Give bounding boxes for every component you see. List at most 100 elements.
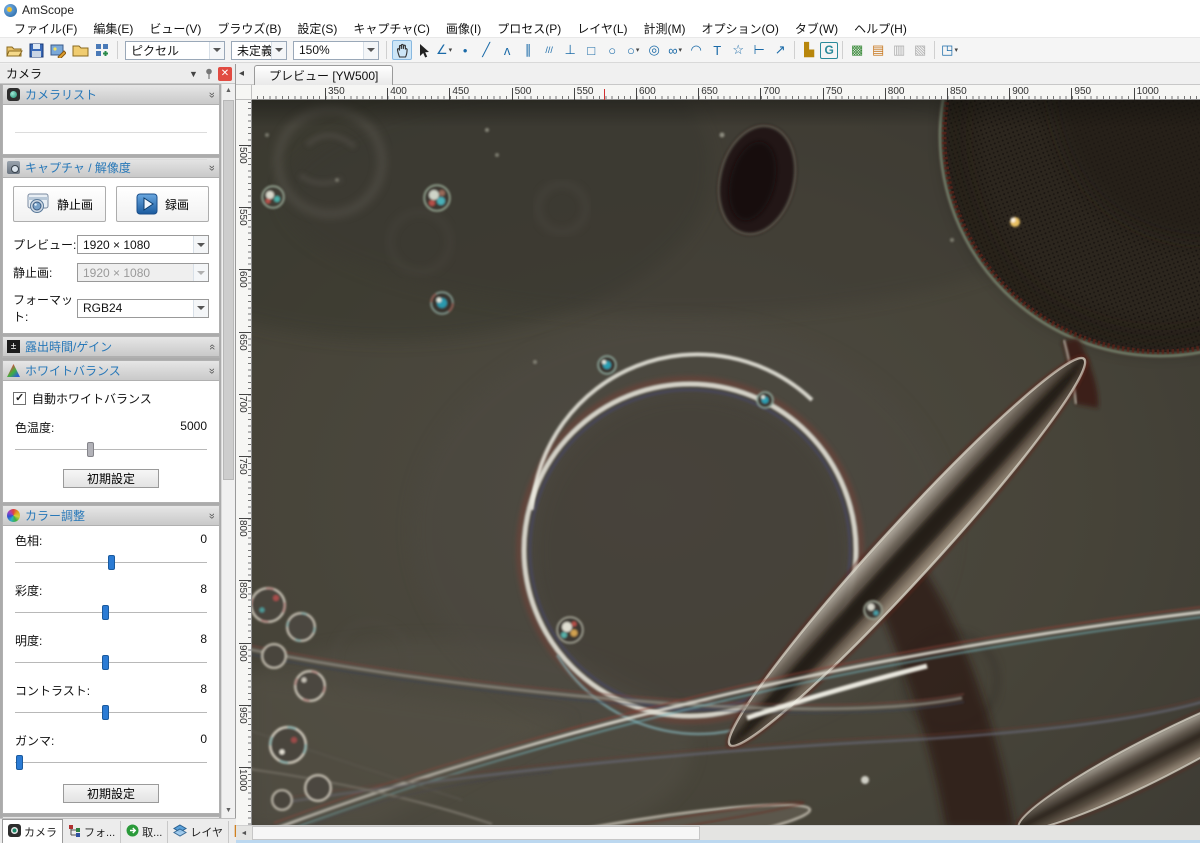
gamma-slider[interactable] — [15, 755, 207, 770]
scroll-up-icon[interactable]: ▲ — [222, 84, 235, 98]
parallel-lines-tool[interactable]: ∥ — [518, 40, 538, 60]
capture-header[interactable]: キャプチャ / 解像度 « — [3, 158, 219, 178]
menu-タブ[interactable]: タブ(W) — [787, 20, 846, 37]
menu-ビュー[interactable]: ビュー(V) — [141, 20, 209, 37]
dock-tab-camera[interactable]: カメラ — [2, 819, 63, 843]
pin-icon[interactable] — [201, 66, 216, 81]
perpendicular-tool[interactable]: ⊥ — [560, 40, 580, 60]
collapse-icon[interactable]: « — [206, 512, 218, 518]
close-icon[interactable]: ✕ — [218, 67, 232, 81]
paste-icon[interactable]: ▥ — [889, 40, 909, 60]
collapse-icon[interactable]: « — [206, 91, 218, 97]
menu-プロセス[interactable]: プロセス(P) — [489, 20, 569, 37]
line-tool[interactable]: ╱ — [476, 40, 496, 60]
preview-tab[interactable]: プレビュー [YW500] — [254, 65, 393, 85]
record-button[interactable]: 録画 — [116, 186, 209, 222]
text-tool[interactable]: T — [707, 40, 727, 60]
star-tool[interactable]: ☆ — [728, 40, 748, 60]
scroll-down-icon[interactable]: ▼ — [222, 804, 235, 818]
zoom-dropdown[interactable]: 150% — [293, 41, 379, 60]
menu-画像[interactable]: 画像(I) — [438, 20, 489, 37]
polyline-tool[interactable]: ʌ — [497, 40, 517, 60]
point-tool[interactable]: • — [455, 40, 475, 60]
capture-icon — [7, 161, 20, 174]
auto-wb-checkbox[interactable] — [13, 392, 26, 405]
menu-オプション[interactable]: オプション(O) — [694, 20, 787, 37]
scrollbar-thumb[interactable] — [223, 100, 234, 480]
menu-編集[interactable]: 編集(E) — [85, 20, 141, 37]
temp-slider[interactable] — [15, 442, 207, 457]
camera-list-header[interactable]: カメラリスト « — [3, 85, 219, 105]
format-dropdown[interactable]: RGB24 — [77, 299, 209, 318]
thumbnail-browse-icon[interactable] — [92, 40, 112, 60]
tab-scroll-left-icon[interactable]: ◂ — [239, 68, 244, 79]
annotation-icon[interactable]: ▧ — [910, 40, 930, 60]
saturation-slider[interactable] — [15, 605, 207, 620]
folder-icon[interactable] — [70, 40, 90, 60]
slider-thumb[interactable] — [108, 555, 115, 570]
scale-bar-tool[interactable]: ⊢ — [749, 40, 769, 60]
pointer-tool[interactable] — [413, 40, 433, 60]
arc-tool[interactable]: ◠ — [686, 40, 706, 60]
menu-ヘルプ[interactable]: ヘルプ(H) — [846, 20, 915, 37]
histogram-icon[interactable]: ▙ — [799, 40, 819, 60]
menu-キャプチャ[interactable]: キャプチャ(C) — [345, 20, 438, 37]
scroll-left-icon[interactable]: ◄ — [236, 826, 252, 841]
camera-list-row[interactable] — [15, 133, 207, 160]
slider-thumb[interactable] — [102, 605, 109, 620]
color-composite-icon[interactable]: ▩ — [847, 40, 867, 60]
collapse-icon[interactable]: « — [206, 367, 218, 373]
contrast-slider[interactable] — [15, 705, 207, 720]
scrollbar-thumb[interactable] — [252, 826, 700, 840]
angle-tool[interactable]: ∠▾ — [434, 40, 454, 60]
collapse-icon[interactable]: « — [206, 164, 218, 170]
image-canvas[interactable] — [252, 100, 1200, 825]
ellipse-tool[interactable]: ○ — [602, 40, 622, 60]
open-icon[interactable] — [4, 40, 24, 60]
multi-parallel-tool[interactable]: /// — [539, 40, 559, 60]
slider-thumb[interactable] — [102, 655, 109, 670]
menu-設定[interactable]: 設定(S) — [289, 20, 345, 37]
arrow-tool[interactable]: ↗ — [770, 40, 790, 60]
menu-計測[interactable]: 計測(M) — [636, 20, 694, 37]
hand-tool[interactable] — [392, 40, 412, 60]
color-adjust-header[interactable]: カラー調整 « — [3, 506, 219, 526]
menu-ファイル[interactable]: ファイル(F) — [6, 20, 85, 37]
brightness-slider[interactable] — [15, 655, 207, 670]
unit-dropdown[interactable]: ピクセル — [125, 41, 225, 60]
slider-thumb[interactable] — [102, 705, 109, 720]
capture-row-label: 静止画: — [13, 264, 77, 281]
dock-tab-acquire[interactable]: 取... — [121, 821, 168, 843]
dock-tab-tree[interactable]: フォ... — [63, 821, 121, 843]
toolbar-separator — [117, 41, 118, 59]
menu-レイヤ[interactable]: レイヤ(L) — [569, 20, 635, 37]
temp-slider-thumb[interactable] — [87, 442, 94, 457]
annulus-tool[interactable]: ∞▾ — [665, 40, 685, 60]
menu-ブラウズ[interactable]: ブラウズ(B) — [209, 20, 289, 37]
expand-icon[interactable]: « — [206, 343, 218, 349]
camera-list-row[interactable] — [15, 106, 207, 133]
rectangle-tool[interactable]: □ — [581, 40, 601, 60]
wb-reset-button[interactable]: 初期設定 — [63, 469, 159, 488]
capture-row-label: フォーマット: — [13, 291, 77, 325]
flatten-icon[interactable]: ▤ — [868, 40, 888, 60]
slider-thumb[interactable] — [16, 755, 23, 770]
dock-menu-button[interactable]: ▼ — [186, 66, 201, 81]
color-reset-button[interactable]: 初期設定 — [63, 784, 159, 803]
snapshot-button[interactable]: 静止画 — [13, 186, 106, 222]
grid-icon[interactable]: G — [820, 42, 838, 59]
save-icon[interactable] — [26, 40, 46, 60]
white-balance-header[interactable]: ホワイトバランス « — [3, 361, 219, 381]
hue-slider[interactable] — [15, 555, 207, 570]
horizontal-scrollbar[interactable]: ◄ — [236, 825, 1200, 840]
slider-label-row: 彩度:8 — [15, 582, 207, 599]
circle-tool[interactable]: ○▾ — [623, 40, 643, 60]
concentric-circles-tool[interactable]: ◎ — [644, 40, 664, 60]
preview-resolution-dropdown[interactable]: 1920 × 1080 — [77, 235, 209, 254]
sidebar-scrollbar[interactable]: ▲ ▼ — [221, 84, 235, 818]
preset-dropdown[interactable]: 未定義 — [231, 41, 287, 60]
dock-tab-layers[interactable]: レイヤ — [168, 821, 229, 843]
crop-icon[interactable]: ◳▾ — [939, 40, 960, 60]
image-edit-icon[interactable] — [48, 40, 68, 60]
exposure-header[interactable]: ± 露出時間/ゲイン « — [3, 337, 219, 357]
